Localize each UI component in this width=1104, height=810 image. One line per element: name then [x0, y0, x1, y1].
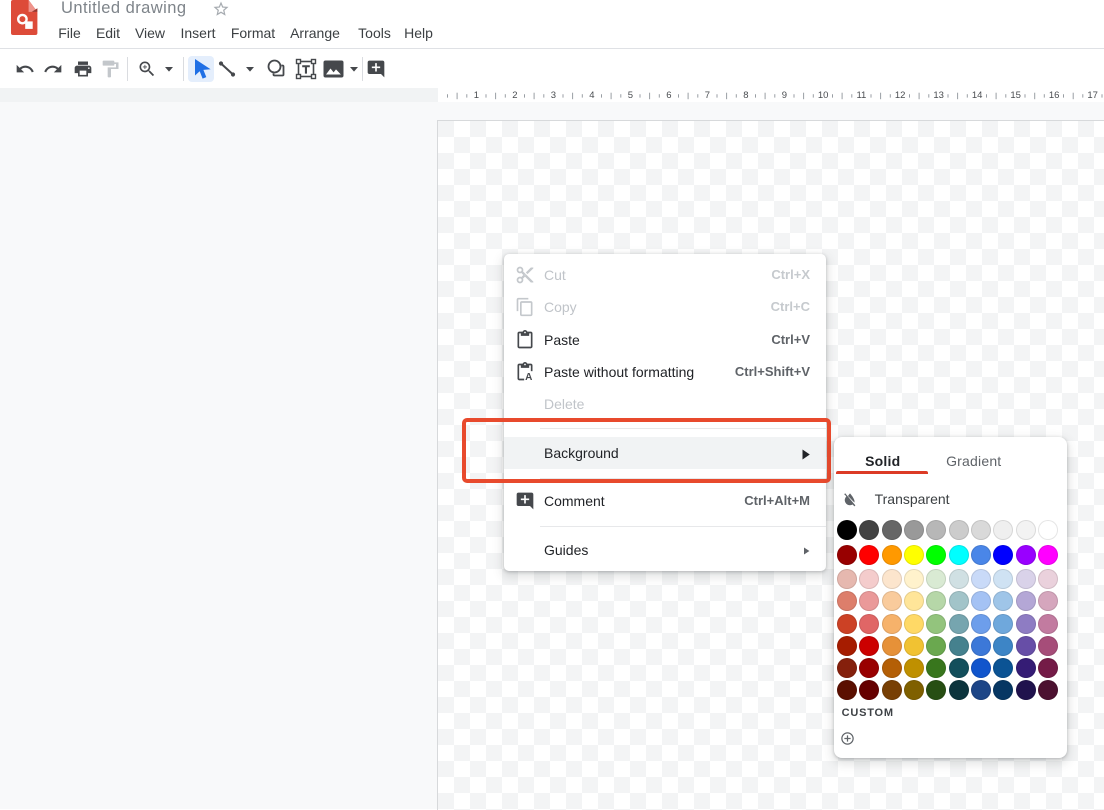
svg-text:A: A — [525, 372, 532, 382]
